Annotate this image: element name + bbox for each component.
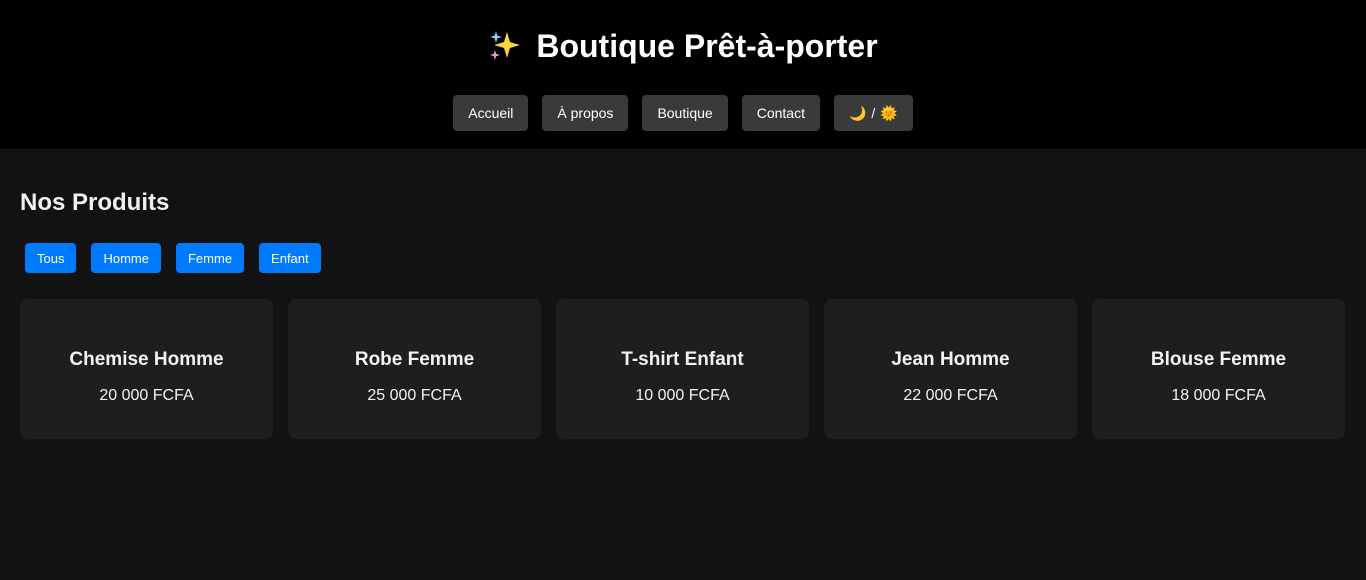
nav-boutique-button[interactable]: Boutique — [642, 95, 728, 131]
product-name: Blouse Femme — [1150, 349, 1287, 370]
moon-icon: 🌙 — [848, 104, 867, 121]
site-header: Boutique Prêt-à-porter Accueil À propos … — [0, 0, 1366, 149]
product-name: T-shirt Enfant — [621, 349, 744, 370]
product-price: 10 000 FCFA — [635, 387, 730, 404]
product-price: 20 000 FCFA — [99, 387, 194, 404]
products-section-title: Nos Produits — [20, 189, 170, 216]
main-content: Nos Produits Tous Homme Femme Enfant Che… — [0, 149, 1366, 439]
product-name: Chemise Homme — [69, 349, 224, 370]
nav-a-propos-button[interactable]: À propos — [542, 95, 629, 131]
site-title: Boutique Prêt-à-porter — [536, 28, 878, 64]
nav-accueil-button[interactable]: Accueil — [453, 95, 529, 131]
nav-contact-button[interactable]: Contact — [741, 95, 820, 131]
main-nav: Accueil À propos Boutique Contact 🌙 / 🌞 — [0, 95, 1366, 131]
product-name: Jean Homme — [891, 349, 1010, 370]
product-price: 18 000 FCFA — [1171, 387, 1266, 404]
product-grid: Chemise Homme 20 000 FCFA Robe Femme 25 … — [20, 299, 1346, 439]
product-card[interactable]: Chemise Homme 20 000 FCFA — [20, 299, 273, 439]
product-price: 22 000 FCFA — [903, 387, 998, 404]
theme-toggle-separator: / — [871, 105, 876, 121]
product-card[interactable]: Blouse Femme 18 000 FCFA — [1092, 299, 1345, 439]
product-name: Robe Femme — [354, 349, 475, 370]
site-title-row: Boutique Prêt-à-porter — [488, 27, 878, 65]
product-card[interactable]: T-shirt Enfant 10 000 FCFA — [556, 299, 809, 439]
product-card[interactable]: Robe Femme 25 000 FCFA — [288, 299, 541, 439]
sparkles-icon — [488, 29, 522, 63]
filter-homme-button[interactable]: Homme — [91, 243, 161, 273]
category-filters: Tous Homme Femme Enfant — [20, 243, 1346, 273]
sun-icon: 🌞 — [880, 104, 898, 121]
product-card[interactable]: Jean Homme 22 000 FCFA — [824, 299, 1077, 439]
filter-enfant-button[interactable]: Enfant — [259, 243, 321, 273]
filter-tous-button[interactable]: Tous — [25, 243, 77, 273]
theme-toggle-button[interactable]: 🌙 / 🌞 — [833, 95, 913, 131]
product-price: 25 000 FCFA — [367, 387, 462, 404]
filter-femme-button[interactable]: Femme — [175, 243, 245, 273]
